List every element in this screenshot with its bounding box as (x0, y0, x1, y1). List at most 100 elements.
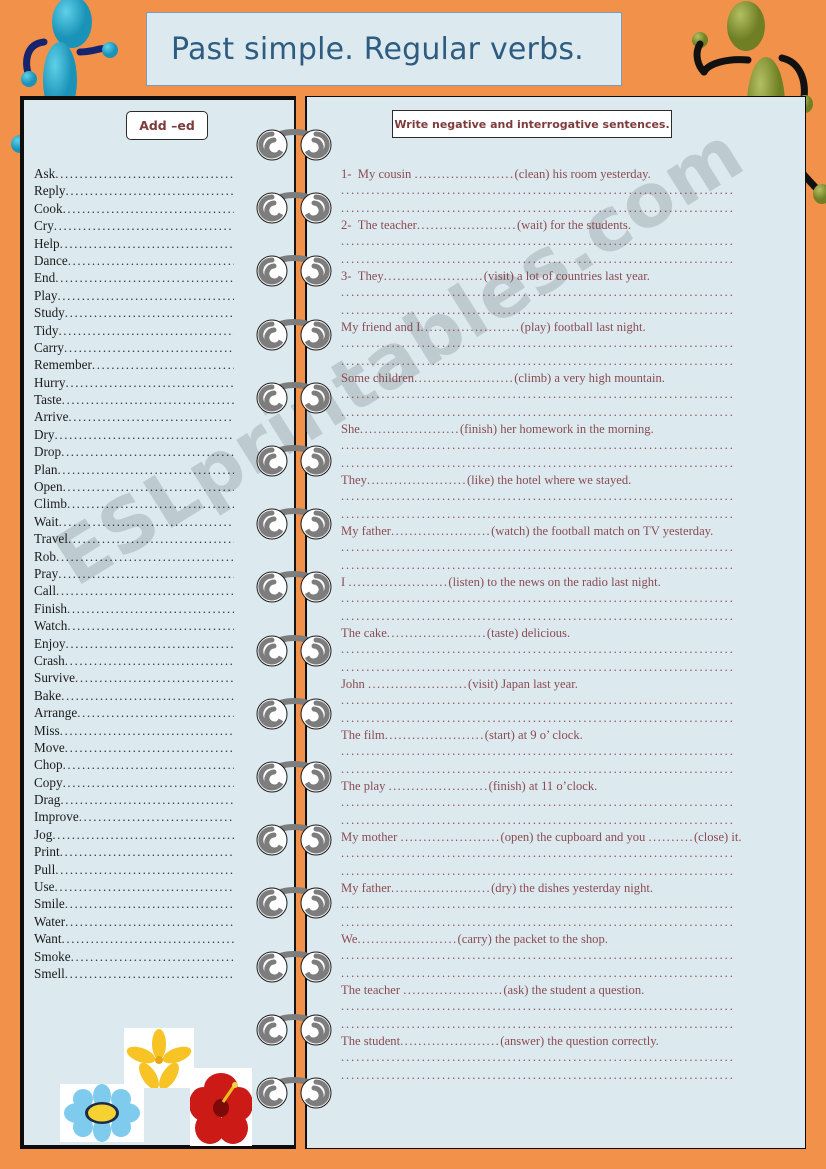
verb-blank-dots[interactable]: ........................................… (63, 774, 234, 791)
verb-blank-dots[interactable]: ........................................… (71, 948, 234, 965)
sentence-blank[interactable]: ...................... (417, 218, 517, 232)
verb-blank-dots[interactable]: ........................................… (60, 791, 234, 808)
answer-blank-line[interactable]: ........................................… (341, 200, 785, 218)
sentence-blank[interactable]: ...................... (400, 1034, 500, 1048)
answer-blank-line[interactable]: ........................................… (341, 302, 785, 320)
verb-blank-dots[interactable]: ........................................… (63, 478, 234, 495)
answer-blank-line[interactable]: ........................................… (341, 863, 785, 881)
verb-blank-dots[interactable]: ........................................… (60, 235, 234, 252)
answer-blank-line[interactable]: ........................................… (341, 488, 785, 506)
sentence-blank[interactable]: ...................... (414, 371, 514, 385)
verb-blank-dots[interactable]: ........................................… (65, 739, 234, 756)
answer-blank-line[interactable]: ........................................… (341, 1016, 785, 1034)
answer-blank-line[interactable]: ........................................… (341, 812, 785, 830)
verb-blank-dots[interactable]: ........................................… (57, 287, 234, 304)
answer-blank-line[interactable]: ........................................… (341, 353, 785, 371)
verb-blank-dots[interactable]: ........................................… (59, 513, 234, 530)
verb-blank-dots[interactable]: ........................................… (58, 565, 234, 582)
sentence-blank[interactable]: ...................... (403, 983, 503, 997)
verb-blank-dots[interactable]: ........................................… (65, 304, 234, 321)
verb-blank-dots[interactable]: ........................................… (55, 426, 234, 443)
verb-blank-dots[interactable]: ........................................… (65, 965, 234, 982)
sentence-blank[interactable]: ...................... (389, 779, 489, 793)
sentence-blank[interactable]: ...................... (360, 422, 460, 436)
verb-blank-dots[interactable]: ........................................… (65, 895, 234, 912)
verb-blank-dots[interactable]: ........................................… (75, 669, 234, 686)
verb-blank-dots[interactable]: ........................................… (61, 687, 234, 704)
verb-blank-dots[interactable]: ........................................… (62, 930, 234, 947)
verb-blank-dots[interactable]: ........................................… (65, 913, 234, 930)
answer-blank-line[interactable]: ........................................… (341, 404, 785, 422)
verb-blank-dots[interactable]: ........................................… (63, 756, 234, 773)
verb-blank-dots[interactable]: ........................................… (67, 617, 234, 634)
sentence-blank[interactable]: ...................... (367, 473, 467, 487)
answer-blank-line[interactable]: ........................................… (341, 947, 785, 965)
answer-blank-line[interactable]: ........................................… (341, 998, 785, 1016)
answer-blank-line[interactable]: ........................................… (341, 641, 785, 659)
answer-blank-line[interactable]: ........................................… (341, 794, 785, 812)
answer-blank-line[interactable]: ........................................… (341, 590, 785, 608)
verb-blank-dots[interactable]: ........................................… (52, 826, 234, 843)
verb-blank-dots[interactable]: ........................................… (64, 339, 234, 356)
sentence-blank[interactable]: ...................... (391, 881, 491, 895)
verb-blank-dots[interactable]: ........................................… (67, 495, 234, 512)
sentence-blank[interactable]: ...................... (391, 524, 491, 538)
sentence-blank[interactable]: ...................... (387, 626, 487, 640)
verb-blank-dots[interactable]: ........................................… (55, 269, 234, 286)
verb-blank-dots[interactable]: ........................................… (58, 322, 234, 339)
sentence-blank-2[interactable]: .......... (648, 830, 693, 844)
sentence-blank[interactable]: ...................... (414, 167, 514, 181)
answer-blank-line[interactable]: ........................................… (341, 659, 785, 677)
answer-blank-line[interactable]: ........................................… (341, 437, 785, 455)
sentence-blank[interactable]: ...................... (420, 320, 520, 334)
verb-blank-dots[interactable]: ........................................… (63, 200, 234, 217)
answer-blank-line[interactable]: ........................................… (341, 455, 785, 473)
answer-blank-line[interactable]: ........................................… (341, 506, 785, 524)
verb-blank-dots[interactable]: ........................................… (66, 374, 235, 391)
answer-blank-line[interactable]: ........................................… (341, 386, 785, 404)
answer-blank-line[interactable]: ........................................… (341, 284, 785, 302)
verb-blank-dots[interactable]: ........................................… (66, 635, 234, 652)
answer-blank-line[interactable]: ........................................… (341, 965, 785, 983)
sentence-blank[interactable]: ...................... (368, 677, 468, 691)
answer-blank-line[interactable]: ........................................… (341, 251, 785, 269)
verb-blank-dots[interactable]: ........................................… (77, 704, 234, 721)
answer-blank-line[interactable]: ........................................… (341, 692, 785, 710)
answer-blank-line[interactable]: ........................................… (341, 710, 785, 728)
verb-blank-dots[interactable]: ........................................… (54, 217, 234, 234)
sentence-blank[interactable]: ...................... (384, 269, 484, 283)
answer-blank-line[interactable]: ........................................… (341, 182, 785, 200)
answer-blank-line[interactable]: ........................................… (341, 557, 785, 575)
verb-blank-dots[interactable]: ........................................… (60, 722, 234, 739)
answer-blank-line[interactable]: ........................................… (341, 914, 785, 932)
verb-blank-dots[interactable]: ........................................… (68, 252, 234, 269)
verb-blank-dots[interactable]: ........................................… (62, 391, 234, 408)
verb-blank-dots[interactable]: ........................................… (56, 548, 234, 565)
verb-blank-dots[interactable]: ........................................… (68, 408, 234, 425)
verb-blank-dots[interactable]: ........................................… (56, 582, 234, 599)
answer-blank-line[interactable]: ........................................… (341, 743, 785, 761)
answer-blank-line[interactable]: ........................................… (341, 539, 785, 557)
verb-blank-dots[interactable]: ........................................… (55, 878, 234, 895)
verb-blank-dots[interactable]: ........................................… (66, 182, 234, 199)
verb-blank-dots[interactable]: ........................................… (61, 443, 234, 460)
answer-blank-line[interactable]: ........................................… (341, 233, 785, 251)
verb-blank-dots[interactable]: ........................................… (60, 843, 234, 860)
answer-blank-line[interactable]: ........................................… (341, 1067, 785, 1085)
verb-blank-dots[interactable]: ........................................… (65, 652, 234, 669)
sentence-blank[interactable]: ...................... (348, 575, 448, 589)
answer-blank-line[interactable]: ........................................… (341, 896, 785, 914)
verb-blank-dots[interactable]: ........................................… (68, 530, 234, 547)
answer-blank-line[interactable]: ........................................… (341, 761, 785, 779)
verb-blank-dots[interactable]: ........................................… (79, 808, 234, 825)
verb-blank-dots[interactable]: ........................................… (92, 356, 234, 373)
sentence-blank[interactable]: ...................... (400, 830, 500, 844)
verb-blank-dots[interactable]: ........................................… (55, 861, 234, 878)
answer-blank-line[interactable]: ........................................… (341, 845, 785, 863)
answer-blank-line[interactable]: ........................................… (341, 1049, 785, 1067)
sentence-blank[interactable]: ...................... (385, 728, 485, 742)
verb-blank-dots[interactable]: ........................................… (67, 600, 234, 617)
sentence-blank[interactable]: ...................... (357, 932, 457, 946)
answer-blank-line[interactable]: ........................................… (341, 335, 785, 353)
answer-blank-line[interactable]: ........................................… (341, 608, 785, 626)
